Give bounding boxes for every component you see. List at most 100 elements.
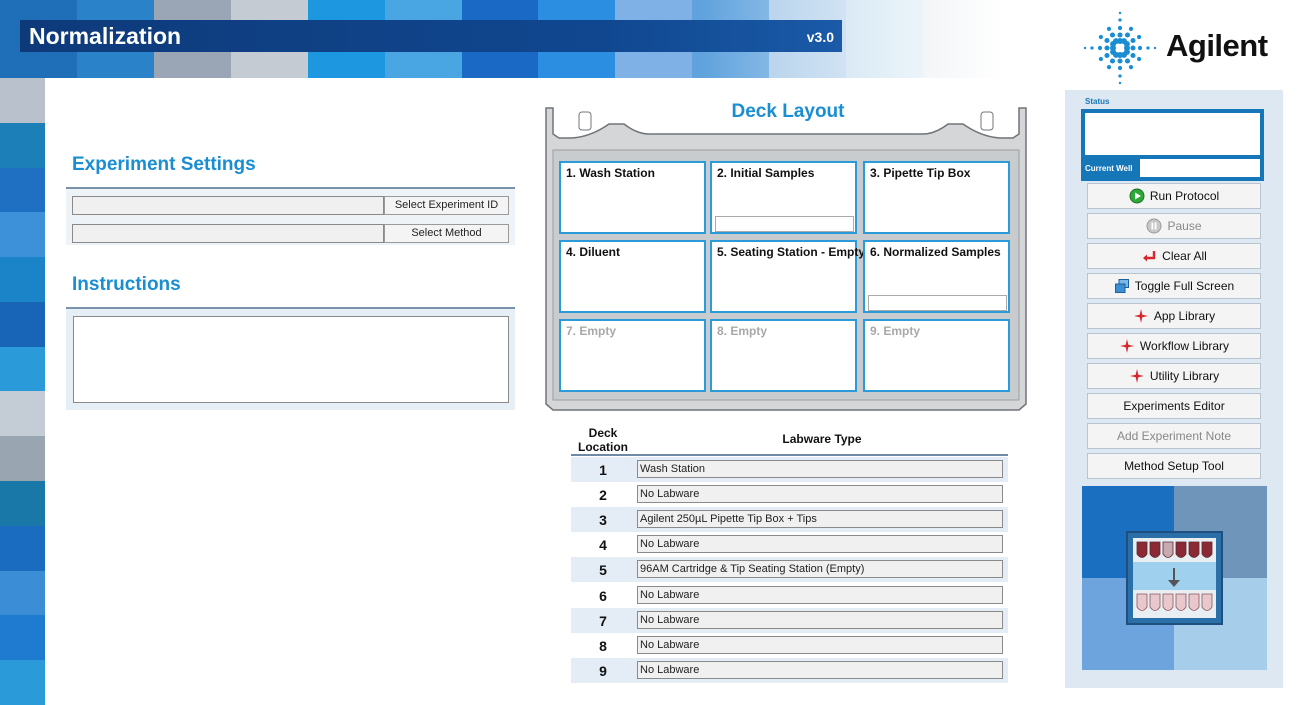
app-window: Normalization v3.0 Agilent Experiment Se… [0, 0, 1299, 705]
labware-row: 8 No Labware [571, 633, 1008, 658]
app-version: v3.0 [806, 29, 834, 45]
app-library-button[interactable]: App Library [1087, 303, 1261, 329]
sparkle-icon [1129, 368, 1145, 384]
deck-position-9[interactable]: 9. Empty [863, 319, 1010, 392]
button-label: Toggle Full Screen [1134, 279, 1235, 293]
deck-position-indicator [868, 295, 1007, 311]
labware-row: 2 No Labware [571, 482, 1008, 507]
labware-type-field[interactable]: No Labware [637, 660, 1003, 679]
deck-position-label: 7. Empty [566, 324, 617, 338]
left-mosaic-strip [0, 78, 45, 705]
method-setup-tool-button[interactable]: Method Setup Tool [1087, 453, 1261, 479]
labware-type-field[interactable]: Agilent 250µL Pipette Tip Box + Tips [637, 510, 1003, 529]
deck-position-6[interactable]: 6. Normalized Samples [863, 240, 1010, 313]
deck-location-header-line1: Deck [588, 426, 618, 440]
deck-position-7[interactable]: 7. Empty [559, 319, 706, 392]
deck-location-number: 6 [599, 587, 607, 604]
deck-position-label: 5. Seating Station - Empty [717, 245, 866, 259]
app-title: Normalization [29, 23, 182, 49]
play-icon [1129, 188, 1145, 204]
experiment-settings-title: Experiment Settings [72, 154, 256, 175]
experiment-id-row: Select Experiment ID [72, 196, 509, 216]
labware-type-field[interactable]: No Labware [637, 635, 1003, 654]
deck-position-2[interactable]: 2. Initial Samples [710, 161, 857, 234]
labware-row: 4 No Labware [571, 532, 1008, 557]
deck-location-number: 4 [599, 537, 607, 554]
instructions-textarea[interactable] [73, 316, 509, 403]
button-label: App Library [1153, 309, 1216, 323]
current-well-label: Current Well [1085, 164, 1133, 173]
deck-position-4[interactable]: 4. Diluent [559, 240, 706, 313]
sparkle-icon [1119, 338, 1135, 354]
button-label: Run Protocol [1149, 189, 1220, 203]
deck-position-label: 6. Normalized Samples [870, 245, 1001, 259]
labware-type-field[interactable]: No Labware [637, 585, 1003, 604]
button-label: Experiments Editor [1123, 399, 1225, 413]
deck-location-number: 8 [599, 637, 607, 654]
sparkle-icon [1133, 308, 1149, 324]
deck-position-label: 3. Pipette Tip Box [870, 166, 971, 180]
control-panel: Status Current Well Run Protocol Pause Cle… [1065, 90, 1283, 688]
deck-position-label: 8. Empty [717, 324, 768, 338]
method-field[interactable] [72, 224, 384, 243]
experiment-settings-panel: Select Experiment ID Select Method [66, 187, 515, 245]
labware-row: 7 No Labware [571, 607, 1008, 633]
button-label: Utility Library [1149, 369, 1220, 383]
run-protocol-button[interactable]: Run Protocol [1087, 183, 1261, 209]
deck-location-number: 7 [599, 612, 607, 629]
labware-type-field[interactable]: No Labware [637, 485, 1003, 504]
labware-type-header: Labware Type [782, 432, 862, 446]
labware-row: 9 No Labware [571, 657, 1008, 683]
labware-type-field[interactable]: Wash Station [637, 460, 1003, 478]
clear-all-button[interactable]: Clear All [1087, 243, 1261, 269]
deck-location-number: 3 [599, 512, 607, 529]
undo-arrow-icon [1141, 248, 1157, 264]
button-label: Clear All [1162, 249, 1207, 263]
add-experiment-note-button[interactable]: Add Experiment Note [1087, 423, 1261, 449]
experiment-id-field[interactable] [72, 196, 384, 215]
instructions-title: Instructions [72, 274, 181, 295]
windows-icon [1114, 278, 1130, 294]
deck-location-number: 9 [599, 662, 607, 679]
labware-type-field[interactable]: 96AM Cartridge & Tip Seating Station (Em… [637, 560, 1003, 579]
pause-button[interactable]: Pause [1087, 213, 1261, 239]
select-experiment-id-button[interactable]: Select Experiment ID [384, 196, 509, 215]
deck-location-header: Deck Location [571, 426, 635, 454]
button-label: Workflow Library [1139, 339, 1230, 353]
deck-position-1[interactable]: 1. Wash Station [559, 161, 706, 234]
current-well-field [1140, 159, 1260, 177]
labware-row: 3 Agilent 250µL Pipette Tip Box + Tips [571, 507, 1008, 533]
agilent-spark-icon [1083, 11, 1157, 85]
labware-row: 1 Wash Station [571, 457, 1008, 482]
labware-row: 5 96AM Cartridge & Tip Seating Station (E… [571, 557, 1008, 583]
workflow-library-button[interactable]: Workflow Library [1087, 333, 1261, 359]
status-frame: Current Well [1081, 109, 1264, 181]
agilent-logo: Agilent [1080, 10, 1280, 85]
logo-wordmark: Agilent [1166, 28, 1268, 63]
method-row: Select Method [72, 224, 509, 244]
button-label: Add Experiment Note [1116, 429, 1232, 443]
normalization-illustration [1082, 486, 1267, 670]
deck-position-5[interactable]: 5. Seating Station - Empty [710, 240, 865, 313]
utility-library-button[interactable]: Utility Library [1087, 363, 1261, 389]
deck-position-label: 2. Initial Samples [717, 166, 815, 180]
deck-position-indicator [715, 216, 854, 232]
experiments-editor-button[interactable]: Experiments Editor [1087, 393, 1261, 419]
title-bar: Normalization v3.0 [20, 20, 842, 52]
instructions-panel [66, 307, 515, 410]
labware-type-field[interactable]: No Labware [637, 535, 1003, 554]
select-method-button[interactable]: Select Method [384, 224, 509, 243]
deck-position-8[interactable]: 8. Empty [710, 319, 857, 392]
deck-location-number: 1 [599, 462, 607, 478]
button-label: Method Setup Tool [1124, 459, 1224, 473]
deck-position-label: 9. Empty [870, 324, 921, 338]
status-label: Status [1085, 97, 1110, 106]
deck-location-number: 5 [599, 562, 607, 579]
deck-position-3[interactable]: 3. Pipette Tip Box [863, 161, 1010, 234]
deck-layout-title: Deck Layout [731, 101, 845, 122]
deck-position-label: 1. Wash Station [566, 166, 655, 180]
labware-type-field[interactable]: No Labware [637, 610, 1003, 629]
deck-location-header-line2: Location [578, 440, 628, 454]
toggle-full-screen-button[interactable]: Toggle Full Screen [1087, 273, 1261, 299]
pause-icon [1146, 218, 1162, 234]
